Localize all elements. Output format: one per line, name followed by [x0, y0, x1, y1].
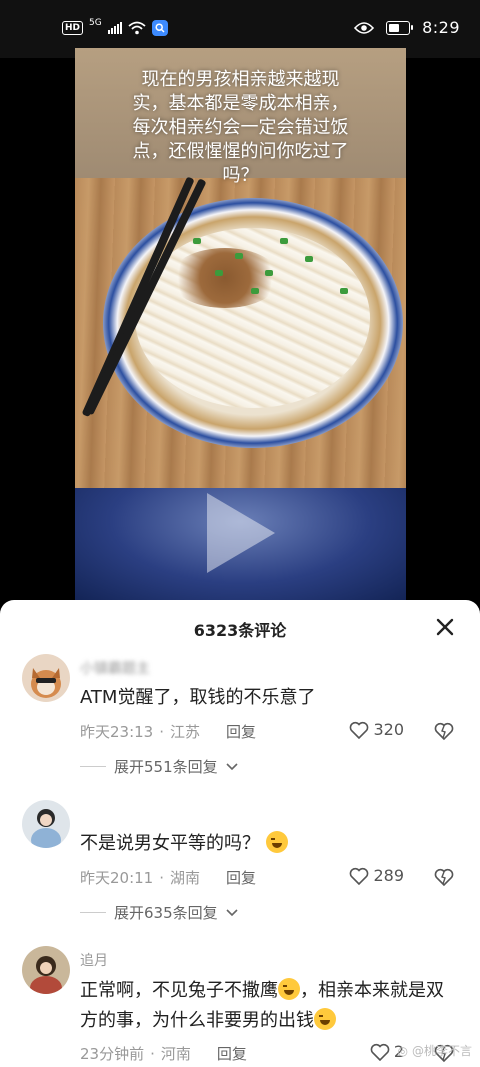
- comment-item: 不是说男女平等的吗？ 昨天20:11 · 湖南 回复 289 展开635条回复: [0, 800, 480, 940]
- comment-sheet: 6323条评论 小镇霸题主 ATM觉醒了，取钱的不乐意了 昨天23:13 · 江…: [0, 600, 480, 1067]
- battery-level: [389, 23, 399, 32]
- comment-meta: 23分钟前 · 河南 回复: [80, 1043, 247, 1064]
- comment-sheet-header: 6323条评论: [0, 600, 480, 654]
- broken-heart-icon[interactable]: [434, 867, 454, 887]
- comment-time: 昨天20:11: [80, 869, 154, 887]
- watermark-text: @桃李不言: [411, 1044, 472, 1058]
- laughing-emoji-icon: [278, 978, 300, 1000]
- status-right: 8:29: [354, 18, 460, 37]
- expand-divider: [80, 766, 106, 767]
- avatar[interactable]: [22, 654, 70, 702]
- separator-dot: ·: [150, 1044, 155, 1063]
- expand-replies[interactable]: 展开635条回复: [80, 902, 238, 923]
- scallion: [193, 238, 201, 244]
- expand-replies-label: 展开635条回复: [114, 904, 218, 922]
- reply-button[interactable]: 回复: [217, 1043, 247, 1064]
- eye-comfort-icon: [354, 21, 375, 34]
- minced-meat: [170, 248, 280, 308]
- close-icon[interactable]: [434, 616, 456, 638]
- network-type: 5G: [89, 18, 102, 28]
- scallion: [305, 256, 313, 262]
- scallion: [235, 253, 243, 259]
- comment-location: 湖南: [170, 869, 201, 887]
- laughing-emoji-icon: [265, 831, 288, 853]
- video-caption: 现在的男孩相亲越来越现实，基本都是零成本相亲，每次相亲约会一定会错过饭点，还假惺…: [132, 69, 349, 186]
- like-count: 320: [373, 720, 404, 739]
- watermark: ◎ @桃李不言: [398, 1042, 473, 1059]
- weibo-logo-icon: ◎: [397, 1043, 408, 1058]
- comment-time: 23分钟前: [80, 1045, 145, 1063]
- comment-text: ATM觉醒了，取钱的不乐意了: [80, 687, 316, 708]
- comment-username[interactable]: 小镇霸题主: [80, 658, 150, 678]
- laughing-emoji-icon: [314, 1008, 336, 1030]
- scallion: [265, 270, 273, 276]
- broken-heart-icon[interactable]: [434, 721, 454, 741]
- comment-text-part1: 正常啊，不见兔子不撒鹰: [80, 980, 278, 1001]
- heart-icon: [350, 867, 369, 885]
- search-app-icon: [151, 20, 168, 36]
- clock: 8:29: [422, 18, 460, 37]
- reply-button[interactable]: 回复: [226, 721, 256, 742]
- comment-meta: 昨天20:11 · 湖南 回复: [80, 867, 256, 888]
- hd-badge: HD: [62, 21, 84, 35]
- like-count: 289: [373, 866, 404, 885]
- comment-text-content: 不是说男女平等的吗？: [80, 833, 260, 854]
- comment-time: 昨天23:13: [80, 723, 154, 741]
- scallion: [340, 288, 348, 294]
- comment-text: 不是说男女平等的吗？: [80, 829, 454, 859]
- heart-icon: [350, 721, 369, 739]
- comment-count-title: 6323条评论: [193, 621, 287, 640]
- comment-location: 河南: [160, 1045, 191, 1063]
- comment-text: 正常啊，不见兔子不撒鹰 ，相亲本来就是双方的事，为什么非要男的出钱: [80, 976, 454, 1036]
- heart-icon: [370, 1043, 390, 1061]
- wifi-icon: [128, 21, 146, 35]
- scallion: [280, 238, 288, 244]
- scallion: [215, 270, 223, 276]
- like-button[interactable]: 289: [349, 866, 404, 885]
- scallion: [251, 288, 259, 294]
- expand-replies-label: 展开551条回复: [114, 758, 218, 776]
- like-button[interactable]: 320: [349, 720, 404, 739]
- comment-location: 江苏: [170, 723, 201, 741]
- status-left: HD 5G: [62, 18, 168, 36]
- comment-username[interactable]: 追月: [80, 950, 108, 970]
- expand-replies[interactable]: 展开551条回复: [80, 756, 238, 777]
- battery-icon: [386, 20, 414, 35]
- signal-icon: [107, 22, 122, 34]
- play-icon[interactable]: [207, 493, 275, 573]
- separator-dot: ·: [159, 722, 165, 741]
- expand-divider: [80, 912, 106, 913]
- comment-meta: 昨天23:13 · 江苏 回复: [80, 721, 256, 742]
- reply-button[interactable]: 回复: [226, 867, 256, 888]
- video-player[interactable]: 现在的男孩相亲越来越现实，基本都是零成本相亲，每次相亲约会一定会错过饭点，还假惺…: [75, 48, 406, 600]
- chevron-down-icon: [226, 908, 238, 916]
- avatar[interactable]: [22, 946, 70, 994]
- avatar[interactable]: [22, 800, 70, 848]
- separator-dot: ·: [159, 868, 165, 887]
- chevron-down-icon: [226, 762, 238, 770]
- comment-item: 小镇霸题主 ATM觉醒了，取钱的不乐意了 昨天23:13 · 江苏 回复 320…: [0, 654, 480, 794]
